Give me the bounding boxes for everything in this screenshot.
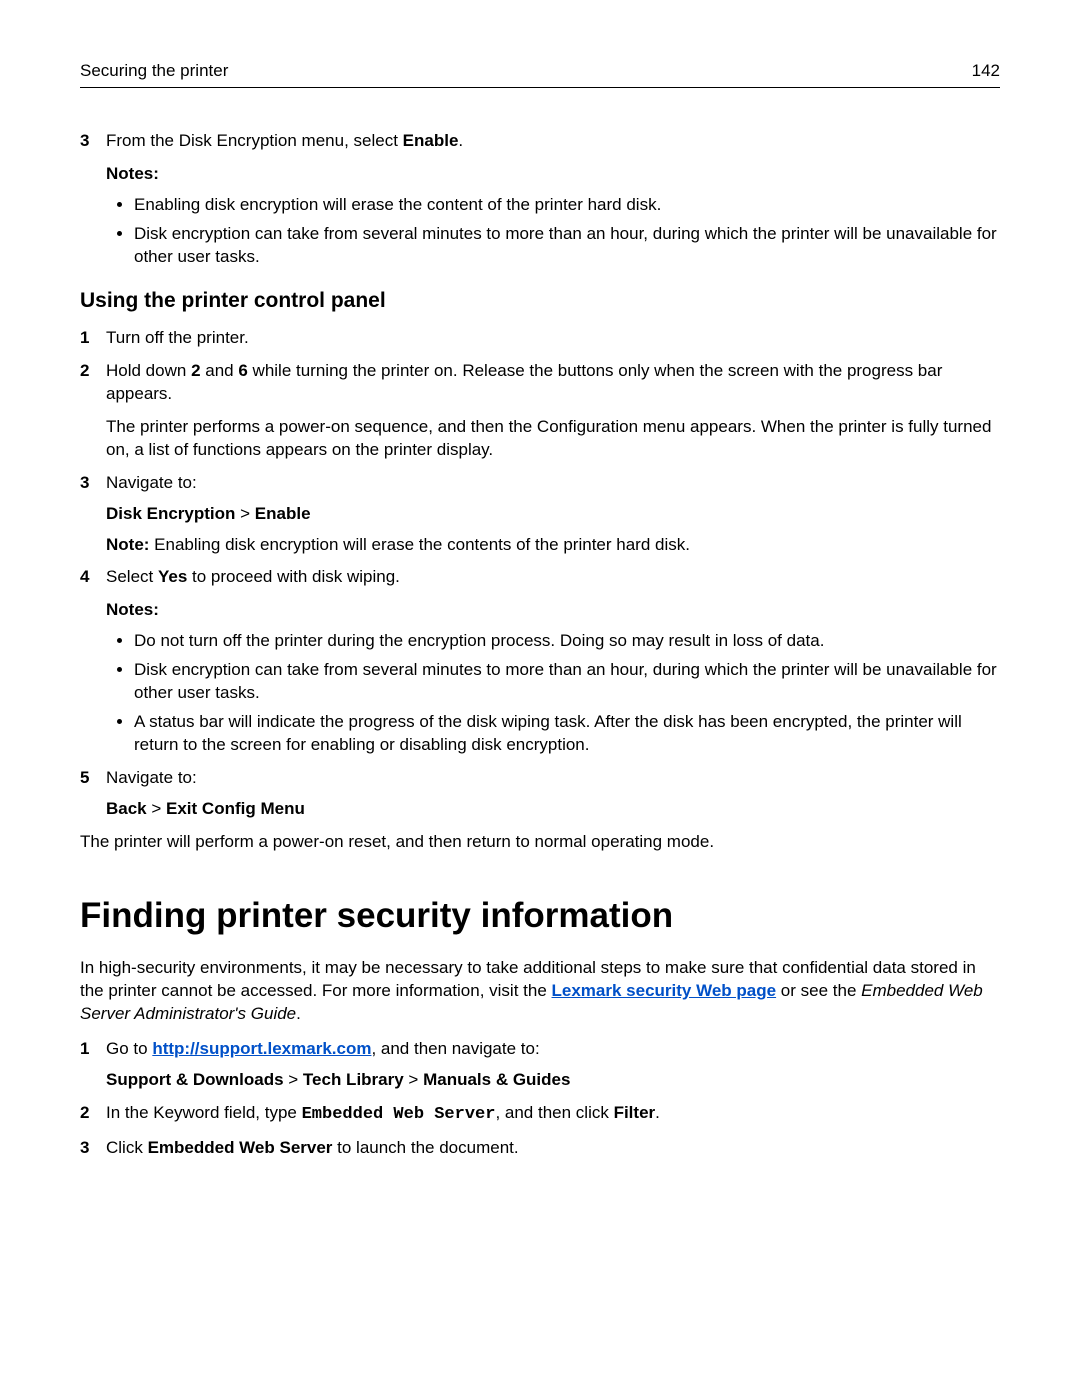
header-title: Securing the printer <box>80 60 228 83</box>
step-text: to launch the document. <box>332 1138 518 1157</box>
path-sep: > <box>284 1070 303 1089</box>
step-number: 5 <box>80 767 89 790</box>
path-back: Back <box>106 799 147 818</box>
notes-label: Notes: <box>106 163 1000 186</box>
notes-list-2: Do not turn off the printer during the e… <box>80 630 1000 757</box>
path-support: Support & Downloads <box>106 1070 284 1089</box>
path-sep: > <box>147 799 166 818</box>
step-number: 3 <box>80 130 89 153</box>
step-text: Select <box>106 567 158 586</box>
header-pagenum: 142 <box>972 60 1000 83</box>
step-text: Turn off the printer. <box>106 328 249 347</box>
step-2: 2 In the Keyword field, type Embedded We… <box>80 1102 1000 1127</box>
step-text: . <box>655 1103 660 1122</box>
page-header: Securing the printer 142 <box>80 60 1000 88</box>
para-text: or see the <box>776 981 861 1000</box>
step-3: 3 From the Disk Encryption menu, select … <box>80 130 1000 153</box>
step-text: Click <box>106 1138 148 1157</box>
keyword-filter: Filter <box>614 1103 656 1122</box>
path-exit: Exit Config Menu <box>166 799 305 818</box>
step-3: 3 Click Embedded Web Server to launch th… <box>80 1137 1000 1160</box>
step-text: , and then navigate to: <box>371 1039 539 1058</box>
notes-label: Notes: <box>106 599 1000 622</box>
step-3: 3 Navigate to: Disk Encryption > Enable … <box>80 472 1000 557</box>
subheading-control-panel: Using the printer control panel <box>80 287 1000 315</box>
step-5: 5 Navigate to: Back > Exit Config Menu <box>80 767 1000 821</box>
note-item: Disk encryption can take from several mi… <box>134 223 1000 269</box>
notes-list: Enabling disk encryption will erase the … <box>80 194 1000 269</box>
panel-steps: 1 Turn off the printer. 2 Hold down 2 an… <box>80 327 1000 589</box>
note-item: Do not turn off the printer during the e… <box>134 630 1000 653</box>
note-item: Enabling disk encryption will erase the … <box>134 194 1000 217</box>
step-keyword: Enable <box>403 131 459 150</box>
step-number: 4 <box>80 566 89 589</box>
step-2: 2 Hold down 2 and 6 while turning the pr… <box>80 360 1000 462</box>
step-text: Navigate to: <box>106 473 197 492</box>
step-4: 4 Select Yes to proceed with disk wiping… <box>80 566 1000 589</box>
link-lexmark-security[interactable]: Lexmark security Web page <box>552 981 777 1000</box>
keyword-ews: Embedded Web Server <box>148 1138 333 1157</box>
step-text: Go to <box>106 1039 152 1058</box>
path-enable: Enable <box>255 504 311 523</box>
step-number: 3 <box>80 1137 89 1160</box>
key-6: 6 <box>238 361 247 380</box>
link-support[interactable]: http://support.lexmark.com <box>152 1039 371 1058</box>
path-disk-encryption: Disk Encryption <box>106 504 235 523</box>
keyword-embedded: Embedded Web Server <box>302 1105 496 1124</box>
path-sep: > <box>235 504 254 523</box>
top-steps: 3 From the Disk Encryption menu, select … <box>80 130 1000 153</box>
step-text: and <box>201 361 239 380</box>
step-text: In the Keyword field, type <box>106 1103 302 1122</box>
step-text: From the Disk Encryption menu, select <box>106 131 403 150</box>
step-text: Hold down <box>106 361 191 380</box>
note-item: A status bar will indicate the progress … <box>134 711 1000 757</box>
step-number: 2 <box>80 1102 89 1125</box>
step-number: 2 <box>80 360 89 383</box>
path-sep: > <box>404 1070 423 1089</box>
intro-paragraph: In high-security environments, it may be… <box>80 957 1000 1026</box>
step-text: Navigate to: <box>106 768 197 787</box>
note-item: Disk encryption can take from several mi… <box>134 659 1000 705</box>
step-para: The printer performs a power-on sequence… <box>106 416 1000 462</box>
step-number: 3 <box>80 472 89 495</box>
path-tech: Tech Library <box>303 1070 404 1089</box>
step-1: 1 Turn off the printer. <box>80 327 1000 350</box>
section-heading-finding: Finding printer security information <box>80 892 1000 939</box>
step-text: to proceed with disk wiping. <box>187 567 400 586</box>
finding-steps: 1 Go to http://support.lexmark.com, and … <box>80 1038 1000 1160</box>
key-2: 2 <box>191 361 200 380</box>
note-text: Enabling disk encryption will erase the … <box>149 535 690 554</box>
panel-steps-cont: 5 Navigate to: Back > Exit Config Menu <box>80 767 1000 821</box>
step-number: 1 <box>80 327 89 350</box>
step-1: 1 Go to http://support.lexmark.com, and … <box>80 1038 1000 1092</box>
closing-text: The printer will perform a power-on rese… <box>80 831 1000 854</box>
path-manuals: Manuals & Guides <box>423 1070 570 1089</box>
step-number: 1 <box>80 1038 89 1061</box>
note-label: Note: <box>106 535 149 554</box>
keyword-yes: Yes <box>158 567 187 586</box>
para-text: . <box>296 1004 301 1023</box>
step-text: , and then click <box>495 1103 613 1122</box>
step-text-end: . <box>458 131 463 150</box>
